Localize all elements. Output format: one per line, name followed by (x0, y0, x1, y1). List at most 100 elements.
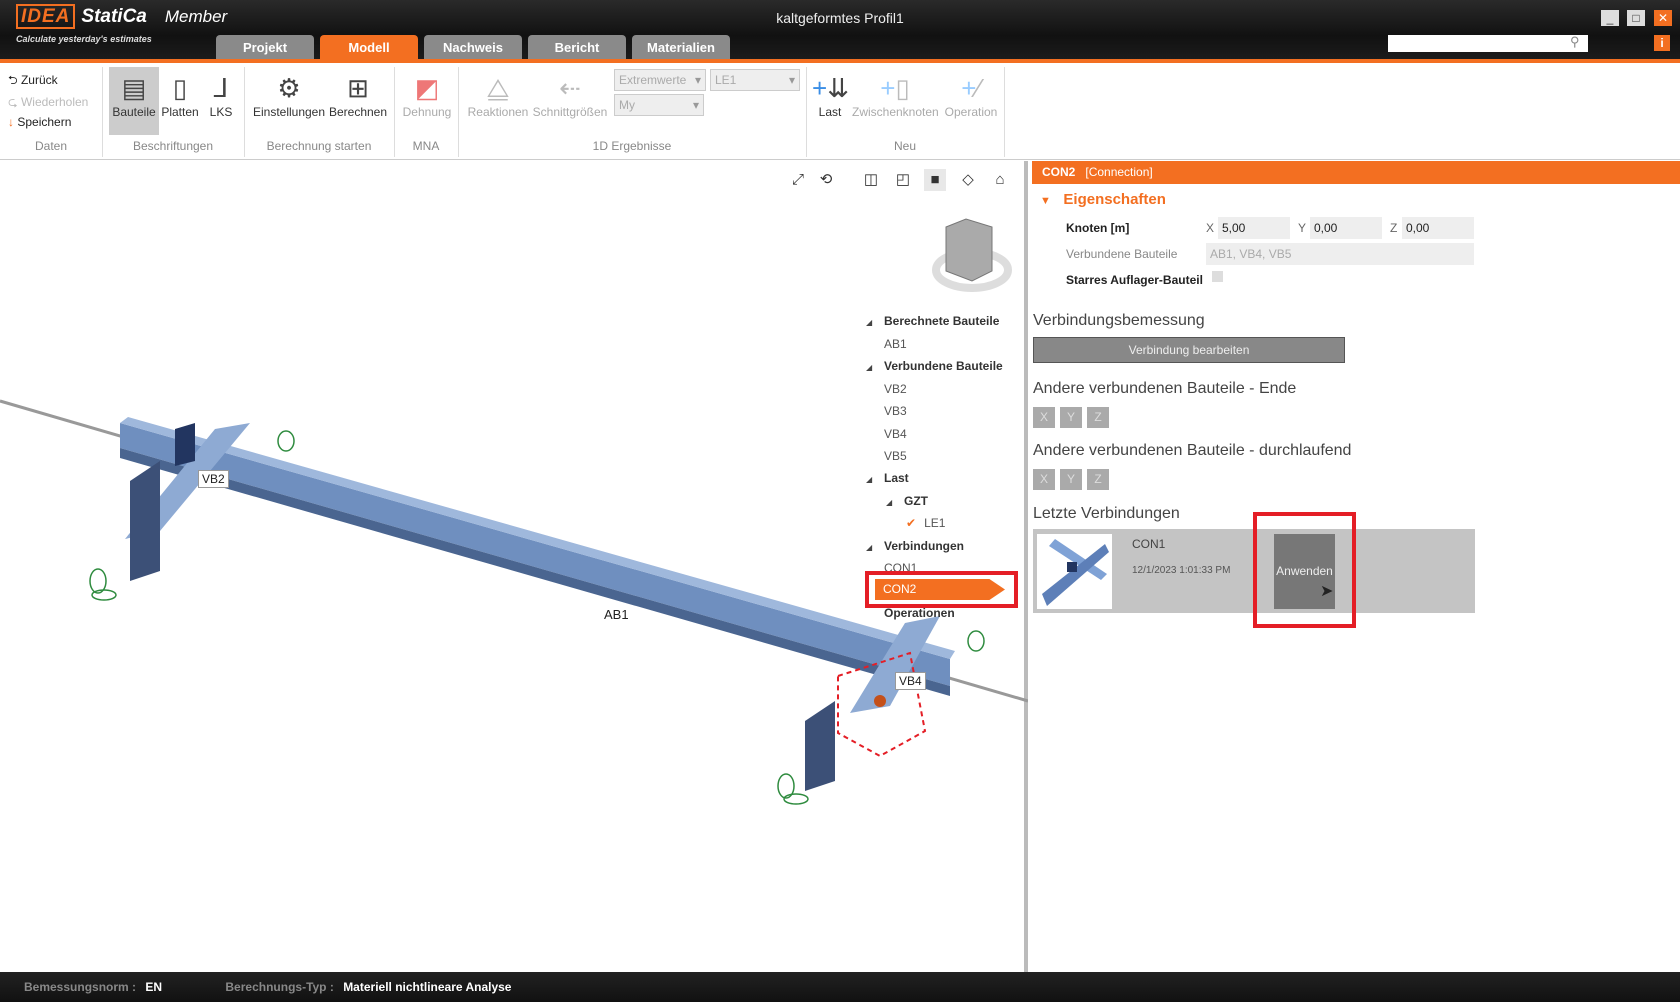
mouse-cursor-icon: ➤ (1320, 583, 1334, 600)
platten-button[interactable]: ▯ Platten (160, 71, 200, 119)
3d-viewport[interactable]: ⤢ ⟲ ◫ ◰ ■ ◇ ⌂ VB2 AB1 VB4 (0, 161, 1028, 972)
add-load-button[interactable]: +⇊ Last (812, 71, 849, 119)
tree-item-ab1[interactable]: AB1 (884, 337, 907, 351)
tagline: Calculate yesterday's estimates (16, 34, 152, 44)
tree-item-vb2[interactable]: VB2 (884, 382, 907, 396)
group-label: 1D Ergebnisse (592, 139, 672, 153)
edit-connection-button[interactable]: Verbindung bearbeiten (1033, 337, 1345, 363)
end-heading: Andere verbundenen Bauteile - Ende (1033, 380, 1297, 397)
collapse-triangle-icon: ▼ (1040, 195, 1051, 207)
recent-date: 12/1/2023 1:01:33 PM (1132, 565, 1231, 576)
load-icon: +⇊ (812, 73, 849, 103)
group-label: Daten (34, 139, 68, 153)
settings-button[interactable]: ⚙ Einstellungen (252, 71, 326, 119)
cont-z-button[interactable]: Z (1087, 469, 1109, 490)
forces-icon: ⇠ (559, 73, 581, 103)
highlight-box (1253, 512, 1356, 628)
tree-item-le1[interactable]: ✔ LE1 (906, 516, 945, 530)
tree-item-vb5[interactable]: VB5 (884, 449, 907, 463)
tab-nachweis[interactable]: Nachweis (424, 35, 522, 60)
calculate-button[interactable]: ⊞ Berechnen (328, 71, 388, 119)
component-dropdown[interactable]: My (614, 94, 704, 116)
group-label: Berechnung starten (266, 139, 372, 153)
close-button[interactable]: ✕ (1654, 10, 1672, 26)
model-scene (0, 218, 1028, 805)
save-button[interactable]: ↓ Speichern (8, 115, 71, 129)
group-label: Neu (893, 139, 916, 153)
cont-y-button[interactable]: Y (1060, 469, 1082, 490)
label-vb2: VB2 (198, 470, 229, 488)
node-y-input[interactable]: 0,00 (1310, 217, 1382, 239)
add-node-button[interactable]: +▯ Zwischenknoten (852, 71, 939, 119)
result-type-dropdown[interactable]: Extremwerte (614, 69, 706, 91)
tree-item-vb4[interactable]: VB4 (884, 427, 907, 441)
strain-button[interactable]: ◩ Dehnung (400, 71, 454, 119)
tab-modell[interactable]: Modell (320, 35, 418, 60)
cont-x-button[interactable]: X (1033, 469, 1055, 490)
calc-type-value: Materiell nichtlineare Analyse (343, 980, 512, 994)
members-icon: ▤ (121, 73, 147, 103)
lks-button[interactable]: ⅃ LKS (202, 71, 240, 119)
norm-label: Bemessungsnorm : (24, 980, 137, 994)
properties-panel: CON2 [Connection] ▼ Eigenschaften Knoten… (1032, 161, 1680, 972)
rigid-checkbox[interactable] (1212, 271, 1223, 282)
gear-icon: ⚙ (277, 73, 301, 103)
z-label: Z (1390, 221, 1398, 235)
highlight-box (865, 571, 1018, 608)
tree-group-gzt[interactable]: ◢ GZT (886, 494, 928, 508)
reactions-icon: ⧋ (486, 73, 510, 103)
reactions-button[interactable]: ⧋ Reaktionen (466, 71, 530, 119)
beam-ab1 (120, 423, 950, 686)
norm-value: EN (145, 980, 163, 994)
bauteile-button[interactable]: ▤ Bauteile (109, 67, 159, 135)
calc-type-label: Berechnungs-Typ : (225, 980, 334, 994)
maximize-button[interactable]: □ (1627, 10, 1645, 26)
checkbox-checked-icon[interactable]: ✔ (906, 516, 916, 530)
undo-icon: ⮌ (8, 73, 18, 87)
node-x-input[interactable]: 5,00 (1218, 217, 1290, 239)
node-label: Knoten [m] (1066, 221, 1130, 235)
redo-button[interactable]: ⮎ Wiederholen (8, 93, 88, 114)
tree-group-operations[interactable]: Operationen (884, 606, 955, 620)
continuous-heading: Andere verbundenen Bauteile - durchlaufe… (1033, 442, 1352, 459)
operation-icon: +⁄ (961, 73, 981, 103)
end-x-button[interactable]: X (1033, 407, 1055, 428)
nav-cube[interactable] (932, 218, 1012, 292)
label-ab1: AB1 (604, 607, 629, 622)
internal-forces-button[interactable]: ⇠ Schnittgrößen (532, 71, 608, 119)
tree-item-vb3[interactable]: VB3 (884, 404, 907, 418)
status-bar: Bemessungsnorm : EN Berechnungs-Typ : Ma… (0, 972, 1680, 1002)
connection-thumbnail (1037, 534, 1112, 609)
tree-group-computed[interactable]: ◢ Berechnete Bauteile (866, 314, 999, 328)
properties-section-toggle[interactable]: ▼ Eigenschaften (1040, 191, 1166, 208)
members-label: Verbundene Bauteile (1066, 247, 1178, 261)
rigid-label: Starres Auflager-Bauteil (1066, 273, 1203, 287)
panel-header: CON2 [Connection] (1032, 161, 1680, 184)
strain-icon: ◩ (414, 73, 440, 103)
plates-icon: ▯ (172, 73, 188, 103)
tree-group-connections[interactable]: ◢ Verbindungen (866, 539, 964, 553)
undo-button[interactable]: ⮌ Zurück (8, 71, 58, 92)
info-icon[interactable]: i (1654, 35, 1670, 51)
tab-materialien[interactable]: Materialien (632, 35, 730, 60)
tab-bericht[interactable]: Bericht (528, 35, 626, 60)
load-case-dropdown[interactable]: LE1 (710, 69, 800, 91)
tab-projekt[interactable]: Projekt (216, 35, 314, 60)
end-z-button[interactable]: Z (1087, 407, 1109, 428)
end-y-button[interactable]: Y (1060, 407, 1082, 428)
minimize-button[interactable]: _ (1601, 10, 1619, 26)
node-icon: +▯ (880, 73, 910, 103)
add-operation-button[interactable]: +⁄ Operation (940, 71, 1002, 119)
search-input[interactable] (1388, 35, 1588, 52)
y-label: Y (1298, 221, 1307, 235)
window-title: kaltgeformtes Profil1 (776, 10, 904, 26)
label-vb4: VB4 (895, 672, 926, 690)
tree-group-load[interactable]: ◢ Last (866, 471, 909, 485)
recent-heading: Letzte Verbindungen (1033, 505, 1180, 522)
search-icon[interactable]: ⚲ (1570, 34, 1580, 50)
group-label: MNA (412, 139, 440, 153)
group-label: Beschriftungen (132, 139, 214, 153)
recent-name: CON1 (1132, 537, 1166, 551)
tree-group-connected[interactable]: ◢ Verbundene Bauteile (866, 359, 1003, 373)
node-z-input[interactable]: 0,00 (1402, 217, 1474, 239)
